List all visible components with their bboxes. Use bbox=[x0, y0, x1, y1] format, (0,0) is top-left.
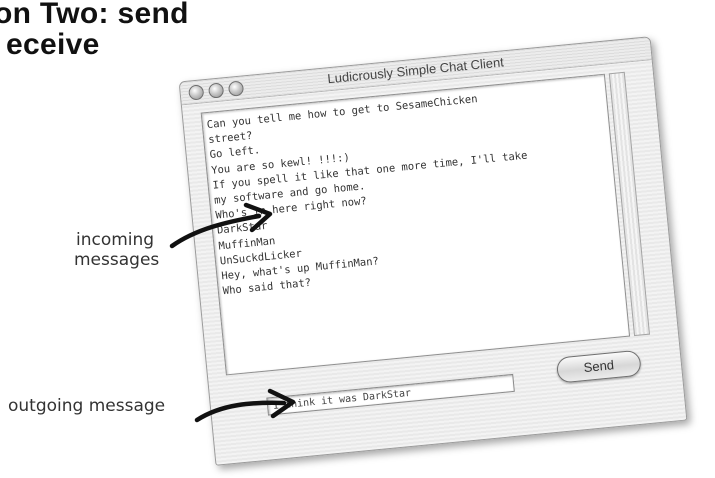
outgoing-arrow-icon bbox=[194, 388, 296, 423]
incoming-arrow-icon bbox=[169, 202, 273, 249]
annotation-arrows bbox=[169, 202, 296, 423]
